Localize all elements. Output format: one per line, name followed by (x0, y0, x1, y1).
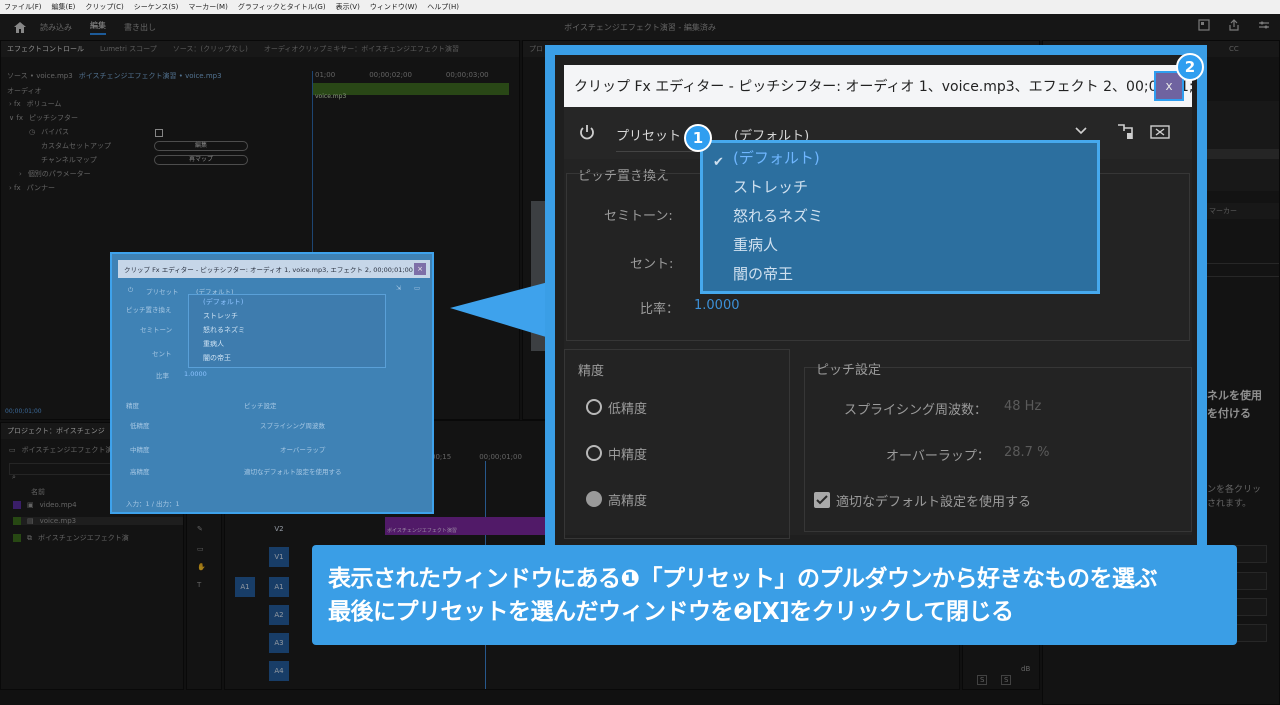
cent-label: セント: (630, 257, 674, 272)
inset-precision: 精度 (126, 402, 139, 410)
caption-line-1: 表示されたウィンドウにある❶「プリセット」のプルダウンから好きなものを選ぶ (328, 566, 1157, 592)
zoom-callout: クリップ Fx エディター - ピッチシフター: オーディオ 1、voice.m… (545, 45, 1207, 555)
precision-label: 精度 (578, 364, 605, 379)
inset-semitone: セミトーン (140, 326, 173, 334)
inset-power-icon[interactable]: ⏻ (128, 286, 133, 295)
checkmark-icon (816, 495, 828, 505)
inset-close-icon[interactable]: × (414, 263, 426, 275)
inset-title-bar: クリップ Fx エディター - ピッチシフター: オーディオ 1, voice.… (118, 260, 430, 278)
inset-menu-item-stretch[interactable]: ストレッチ (189, 309, 385, 323)
inset-menu-item-default[interactable]: (デフォルト) (189, 295, 385, 309)
ratio-label: 比率： (640, 302, 680, 317)
radio-low[interactable] (586, 399, 602, 415)
step-marker-2: 2 (1176, 53, 1204, 81)
power-icon[interactable] (578, 123, 596, 141)
inset-default-check[interactable]: 適切なデフォルト設定を使用する (244, 466, 342, 476)
inset-dialog: クリップ Fx エディター - ピッチシフター: オーディオ 1, voice.… (110, 252, 434, 514)
inset-menu-item-sick[interactable]: 重病人 (189, 337, 385, 351)
preset-label: プリセット (616, 129, 682, 144)
radio-high-label[interactable]: 高精度 (608, 490, 647, 509)
clip-fx-title-bar: クリップ Fx エディター - ピッチシフター: オーディオ 1、voice.m… (564, 65, 1197, 107)
radio-low-label[interactable]: 低精度 (608, 398, 647, 417)
preset-option-angry-mouse[interactable]: 怒れるネズミ (733, 205, 823, 226)
inset-ratio: 比率 (156, 372, 169, 380)
radio-high[interactable] (586, 491, 602, 507)
splicing-value[interactable]: 48 Hz (1004, 399, 1041, 414)
preset-option-dark-lord[interactable]: 闇の帝王 (733, 263, 793, 284)
semitone-label: セミトーン: (604, 209, 673, 224)
check-icon: ✔ (713, 155, 724, 170)
default-settings-checkbox[interactable] (814, 492, 830, 508)
caption-line-2: 最後にプリセットを選んだウィンドウを❷[X]をクリックして閉じる (328, 599, 1014, 625)
close-icon: x (1165, 79, 1173, 93)
splicing-label: スプライシング周波数： (844, 403, 988, 418)
save-preset-icon[interactable] (1116, 123, 1136, 141)
preset-option-sick-person[interactable]: 重病人 (733, 234, 778, 255)
inset-pitch-settings: ピッチ設定 (244, 402, 277, 410)
clip-fx-title: クリップ Fx エディター - ピッチシフター: オーディオ 1、voice.m… (574, 79, 1207, 95)
pitch-settings-label: ピッチ設定 (816, 363, 882, 378)
default-settings-label[interactable]: 適切なデフォルト設定を使用する (836, 491, 1031, 510)
inset-preset-label: プリセット (146, 288, 179, 296)
inset-splicing: スプライシング周波数 (260, 422, 325, 430)
inset-low[interactable]: 低精度 (130, 420, 150, 430)
inset-high[interactable]: 高精度 (130, 466, 150, 476)
inset-overlap: オーバーラップ (280, 446, 326, 454)
inset-pitch-group: ピッチ置き換え (126, 306, 172, 314)
instruction-caption: 表示されたウィンドウにある❶「プリセット」のプルダウンから好きなものを選ぶ 最後… (312, 545, 1237, 645)
overlap-value[interactable]: 28.7 % (1004, 445, 1049, 460)
inset-menu-item-dark-lord[interactable]: 闇の帝王 (189, 351, 385, 365)
inset-preset-menu: (デフォルト) ストレッチ 怒れるネズミ 重病人 闇の帝王 (188, 294, 386, 368)
inset-save-icon[interactable]: ⇲ (396, 284, 401, 292)
inset-mid[interactable]: 中精度 (130, 444, 150, 454)
chevron-down-icon[interactable] (1074, 125, 1088, 137)
radio-mid-label[interactable]: 中精度 (608, 444, 647, 463)
inset-delete-icon[interactable]: ▭ (414, 284, 420, 292)
ratio-value[interactable]: 1.0000 (694, 298, 740, 313)
clip-fx-editor: クリップ Fx エディター - ピッチシフター: オーディオ 1、voice.m… (564, 65, 1197, 539)
inset-title: クリップ Fx エディター - ピッチシフター: オーディオ 1, voice.… (124, 266, 413, 274)
preset-dropdown-menu: ✔ (デフォルト) ストレッチ 怒れるネズミ 重病人 闇の帝王 (700, 140, 1100, 294)
inset-io: 入力：1 / 出力：1 (126, 500, 180, 508)
overlap-label: オーバーラップ： (886, 449, 990, 464)
inset-ratio-value[interactable]: 1.0000 (184, 370, 207, 378)
preset-option-default[interactable]: (デフォルト) (733, 147, 820, 168)
delete-preset-icon[interactable] (1150, 123, 1170, 141)
inset-menu-item-angry-mouse[interactable]: 怒れるネズミ (189, 323, 385, 337)
preset-option-stretch[interactable]: ストレッチ (733, 176, 808, 197)
radio-mid[interactable] (586, 445, 602, 461)
step-marker-1: 1 (684, 124, 712, 152)
inset-cent: セント (152, 350, 172, 358)
